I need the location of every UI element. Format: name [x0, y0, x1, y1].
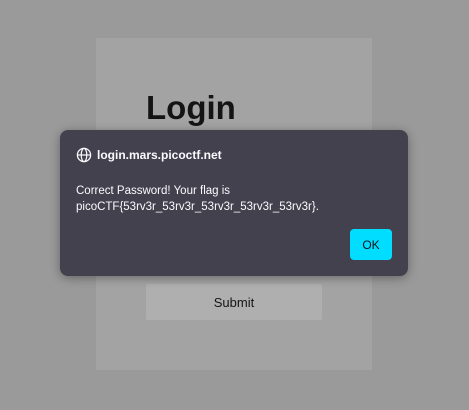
- submit-button[interactable]: Submit: [146, 284, 322, 320]
- dialog-message: Correct Password! Your flag is picoCTF{5…: [76, 183, 396, 215]
- alert-dialog: login.mars.picoctf.net Correct Password!…: [60, 130, 408, 276]
- dialog-header: login.mars.picoctf.net: [76, 147, 222, 163]
- dialog-origin: login.mars.picoctf.net: [97, 148, 222, 162]
- dialog-message-line: picoCTF{53rv3r_53rv3r_53rv3r_53rv3r_53rv…: [76, 201, 319, 213]
- page-title: Login: [146, 89, 236, 126]
- dialog-message-line: Correct Password! Your flag is: [76, 185, 231, 197]
- ok-button[interactable]: OK: [350, 229, 392, 260]
- globe-icon: [76, 147, 92, 163]
